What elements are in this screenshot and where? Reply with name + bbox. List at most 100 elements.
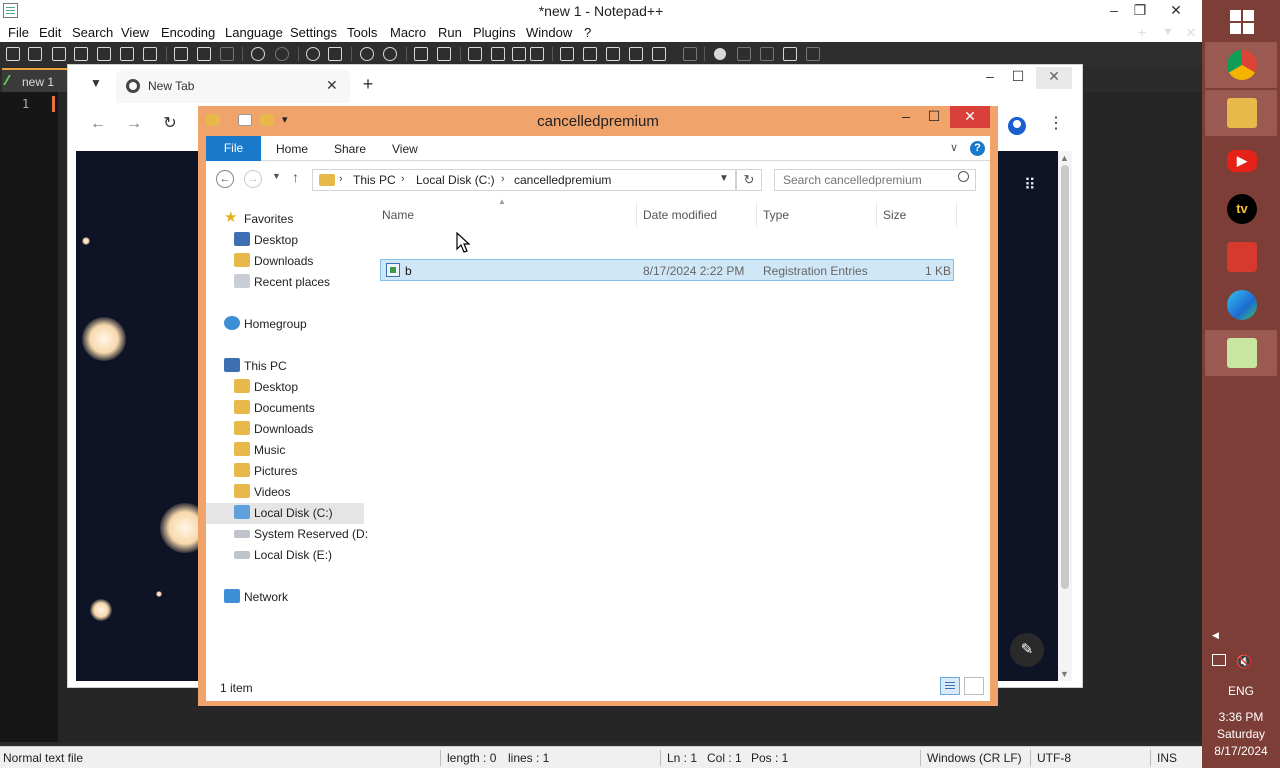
column-header-date-modified[interactable]: Date modified xyxy=(643,208,717,222)
large-icons-view-icon[interactable] xyxy=(964,677,984,695)
taskbar-youtube[interactable]: ▶ xyxy=(1205,138,1277,184)
menu-file[interactable]: File xyxy=(8,25,29,40)
chrome-tab-close-icon[interactable]: ✕ xyxy=(326,77,338,94)
taskbar-edge[interactable] xyxy=(1205,282,1277,328)
recent-locations-chevron-icon[interactable]: ▼ xyxy=(272,171,281,181)
code-tag-icon[interactable] xyxy=(560,47,574,61)
windows-start-icon[interactable] xyxy=(1224,4,1260,36)
notepadpp-titlebar[interactable]: *new 1 - Notepad++ – ❐ ✕ xyxy=(0,0,1202,22)
replace-icon[interactable] xyxy=(328,47,342,61)
ribbon-expand-chevron-icon[interactable]: ∨ xyxy=(950,141,958,154)
scroll-down-icon[interactable]: ▼ xyxy=(1060,669,1069,679)
taskbar-file-explorer[interactable] xyxy=(1205,90,1277,136)
indent-guide-icon[interactable] xyxy=(512,47,526,61)
record-macro-icon[interactable] xyxy=(714,48,726,60)
redo-icon[interactable] xyxy=(275,47,289,61)
file-list[interactable]: ▲ Name Date modified Type Size b 8/17/20… xyxy=(372,197,990,671)
breadcrumb-local-disk-c[interactable]: Local Disk (C:) xyxy=(416,173,495,187)
chrome-vertical-scrollbar[interactable]: ▲ ▼ xyxy=(1058,151,1072,681)
chrome-maximize-button[interactable]: ☐ xyxy=(1000,67,1036,89)
stop-macro-icon[interactable] xyxy=(737,47,751,61)
print-icon[interactable] xyxy=(143,47,157,61)
close-file-icon[interactable] xyxy=(97,47,111,61)
tray-expand-icon[interactable]: ◀ xyxy=(1212,630,1219,641)
network-tray-icon[interactable] xyxy=(1212,654,1226,666)
explorer-close-button[interactable]: ✕ xyxy=(950,106,990,128)
show-all-chars-icon[interactable] xyxy=(491,47,505,61)
ribbon-tab-file[interactable]: File xyxy=(206,136,261,161)
column-header-size[interactable]: Size xyxy=(883,208,906,222)
search-icon[interactable] xyxy=(958,171,969,182)
breadcrumb-this-pc[interactable]: This PC xyxy=(353,173,396,187)
save-icon[interactable] xyxy=(52,47,66,61)
kebab-menu-icon[interactable]: ⋮ xyxy=(1048,113,1064,133)
menu-plugins[interactable]: Plugins xyxy=(473,25,516,40)
save-all-icon[interactable] xyxy=(74,47,88,61)
forward-arrow-icon[interactable]: → xyxy=(244,170,262,188)
column-divider[interactable] xyxy=(756,203,757,227)
save-macro-icon[interactable] xyxy=(806,47,820,61)
cut-icon[interactable] xyxy=(174,47,188,61)
details-view-icon[interactable] xyxy=(940,677,960,695)
column-header-name[interactable]: Name xyxy=(382,208,414,222)
word-wrap-icon[interactable] xyxy=(468,47,482,61)
address-bar[interactable]: › This PC › Local Disk (C:) › cancelledp… xyxy=(312,169,736,191)
input-language[interactable]: ENG xyxy=(1202,684,1280,698)
explorer-maximize-button[interactable]: ☐ xyxy=(920,106,948,128)
scroll-up-icon[interactable]: ▲ xyxy=(1060,153,1069,163)
function-list-icon[interactable] xyxy=(629,47,643,61)
menu-encoding[interactable]: Encoding xyxy=(161,25,215,40)
chrome-tab-new-tab[interactable]: New Tab ✕ xyxy=(116,69,350,103)
notepadpp-restore-button[interactable]: ❐ xyxy=(1124,0,1156,22)
ribbon-tab-home[interactable]: Home xyxy=(276,142,308,156)
ribbon-tab-view[interactable]: View xyxy=(392,142,418,156)
document-list-icon[interactable] xyxy=(606,47,620,61)
sync-vertical-icon[interactable] xyxy=(414,47,428,61)
reload-icon[interactable]: ↻ xyxy=(160,115,180,135)
folder-workspace-icon[interactable] xyxy=(652,47,666,61)
zoom-in-icon[interactable] xyxy=(360,47,374,61)
menu-run[interactable]: Run xyxy=(438,25,462,40)
menu-language[interactable]: Language xyxy=(225,25,283,40)
menu-search[interactable]: Search xyxy=(72,25,113,40)
sync-horizontal-icon[interactable] xyxy=(437,47,451,61)
breadcrumb-separator-icon[interactable]: › xyxy=(501,173,505,185)
run-macro-multiple-icon[interactable] xyxy=(783,47,797,61)
back-arrow-icon[interactable]: ← xyxy=(216,170,234,188)
column-header-type[interactable]: Type xyxy=(763,208,789,222)
clock-time[interactable]: 3:36 PM xyxy=(1202,710,1280,724)
address-dropdown-icon[interactable]: ▼ xyxy=(719,173,729,184)
clock-date[interactable]: 8/17/2024 xyxy=(1202,744,1280,758)
column-divider[interactable] xyxy=(876,203,877,227)
explorer-minimize-button[interactable]: – xyxy=(892,106,920,128)
notepadpp-close-button[interactable]: ✕ xyxy=(1160,0,1192,22)
notepadpp-tab-new1[interactable]: new 1 xyxy=(2,68,68,92)
back-arrow-icon[interactable]: ← xyxy=(88,115,108,135)
zoom-out-icon[interactable] xyxy=(383,47,397,61)
taskbar-tv[interactable]: tv xyxy=(1205,186,1277,232)
copy-icon[interactable] xyxy=(197,47,211,61)
menu-window[interactable]: Window xyxy=(526,25,572,40)
breadcrumb-separator-icon[interactable]: › xyxy=(401,173,405,185)
undo-icon[interactable] xyxy=(251,47,265,61)
forward-arrow-icon[interactable]: → xyxy=(124,115,144,135)
menu-macro[interactable]: Macro xyxy=(390,25,426,40)
refresh-icon[interactable]: ↻ xyxy=(736,169,762,191)
open-file-icon[interactable] xyxy=(28,47,42,61)
profile-avatar-icon[interactable] xyxy=(1008,117,1026,135)
customize-pencil-icon[interactable]: ✎ xyxy=(1010,633,1044,667)
breadcrumb-separator-icon[interactable]: › xyxy=(339,173,343,185)
menu-settings[interactable]: Settings xyxy=(290,25,337,40)
breadcrumb-cancelledpremium[interactable]: cancelledpremium xyxy=(514,173,611,187)
search-input[interactable] xyxy=(774,169,976,191)
menu-view[interactable]: View xyxy=(121,25,149,40)
taskbar-chrome[interactable] xyxy=(1205,42,1277,88)
volume-muted-icon[interactable]: 🔇 xyxy=(1236,654,1252,670)
up-arrow-icon[interactable]: ↑ xyxy=(292,169,299,185)
clock-day[interactable]: Saturday xyxy=(1202,727,1280,741)
help-icon[interactable]: ? xyxy=(970,141,985,156)
chrome-tabstrip[interactable]: ▼ New Tab ✕ + – ☐ ✕ xyxy=(68,65,1082,103)
language-format-icon[interactable] xyxy=(530,47,544,61)
menu-edit[interactable]: Edit xyxy=(39,25,61,40)
column-divider[interactable] xyxy=(956,203,957,227)
